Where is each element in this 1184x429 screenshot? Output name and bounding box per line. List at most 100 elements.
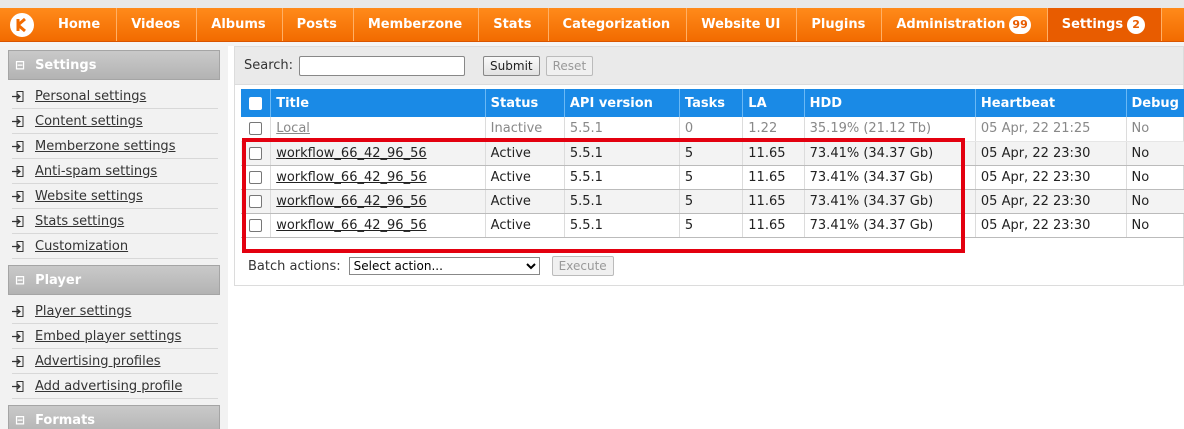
cell-tasks: 0 [679, 117, 744, 142]
table-row[interactable]: Local Inactive 5.5.1 0 1.22 35.19% (21.12 Tb)… [241, 117, 1184, 142]
enter-arrow-icon [12, 115, 28, 127]
sidebar-item-advertising-profiles[interactable]: Advertising profiles [12, 349, 218, 374]
nav-item-administration[interactable]: Administration 99 [882, 8, 1048, 41]
select-all-checkbox[interactable] [249, 96, 263, 110]
sidebar-section-player[interactable]: ⊟ Player [8, 265, 220, 295]
nav-item-label: Home [58, 17, 101, 32]
sidebar-item-label: Player settings [35, 303, 132, 319]
batch-actions-label: Batch actions: [248, 258, 341, 274]
execute-button[interactable]: Execute [551, 256, 614, 276]
nav-item-website-ui[interactable]: Website UI [687, 8, 798, 41]
sidebar-item-label: Memberzone settings [35, 138, 176, 154]
collapse-icon: ⊟ [15, 413, 26, 427]
col-la[interactable]: LA [742, 89, 805, 117]
cell-api: 5.5.1 [564, 213, 680, 238]
sidebar-item-player-settings[interactable]: Player settings [12, 299, 218, 324]
sidebar-item-personal-settings[interactable]: Personal settings [12, 84, 218, 109]
table-row[interactable]: workflow_66_42_96_56 Active 5.5.1 5 11.65 73.… [241, 213, 1184, 238]
row-checkbox-cell [241, 189, 272, 214]
nav-item-label: Stats [493, 17, 532, 32]
count-badge: 2 [1127, 15, 1146, 34]
sidebar-item-label: Content settings [35, 113, 143, 129]
reset-button[interactable]: Reset [545, 55, 594, 76]
cell-hdd: 73.41% (34.37 Gb) [804, 165, 976, 190]
cell-debug: No [1126, 189, 1184, 214]
cell-api: 5.5.1 [564, 141, 680, 166]
sidebar-item-add-advertising-profile[interactable]: Add advertising profile [12, 374, 218, 399]
cell-heartbeat: 05 Apr, 22 23:30 [975, 213, 1127, 238]
sidebar-item-memberzone-settings[interactable]: Memberzone settings [12, 134, 218, 159]
search-input[interactable] [299, 55, 466, 76]
nav-item-plugins[interactable]: Plugins [797, 8, 883, 41]
table-row[interactable]: workflow_66_42_96_56 Active 5.5.1 5 11.65 73.… [241, 165, 1184, 190]
row-checkbox[interactable] [249, 194, 263, 208]
collapse-icon: ⊟ [15, 58, 26, 72]
table-row[interactable]: workflow_66_42_96_56 Active 5.5.1 5 11.65 73.… [241, 189, 1184, 214]
server-title-link[interactable]: workflow_66_42_96_56 [276, 170, 426, 185]
cell-hdd: 73.41% (34.37 Gb) [804, 213, 976, 238]
col-title[interactable]: Title [270, 89, 486, 117]
sidebar-section-formats[interactable]: ⊟ Formats [8, 405, 220, 429]
sidebar-item-label: Personal settings [35, 88, 147, 104]
server-title-link[interactable]: workflow_66_42_96_56 [276, 194, 426, 209]
cell-tasks: 5 [679, 141, 744, 166]
submit-button[interactable]: Submit [483, 55, 540, 76]
nav-item-albums[interactable]: Albums [197, 8, 283, 41]
batch-actions: Batch actions: Select action... Execute [248, 256, 614, 276]
col-debug[interactable]: Debug [1126, 89, 1184, 117]
nav-item-home[interactable]: Home [44, 8, 118, 41]
col-hdd[interactable]: HDD [804, 89, 976, 117]
nav-item-posts[interactable]: Posts [283, 8, 354, 41]
sidebar-section-settings[interactable]: ⊟ Settings [8, 50, 220, 80]
col-heartbeat[interactable]: Heartbeat [975, 89, 1127, 117]
sidebar-section-title: Player [35, 272, 82, 288]
sidebar-item-customization[interactable]: Customization [12, 234, 218, 259]
batch-action-select[interactable]: Select action... [348, 257, 540, 275]
nav-item-settings[interactable]: Settings 2 [1047, 8, 1163, 41]
logo[interactable] [0, 8, 44, 41]
sidebar-section-title: Settings [35, 57, 97, 73]
sidebar-item-label: Customization [35, 238, 129, 254]
row-checkbox-cell [241, 117, 272, 142]
sidebar-item-anti-spam-settings[interactable]: Anti-spam settings [12, 159, 218, 184]
cell-la: 11.65 [742, 213, 805, 238]
table-row[interactable]: workflow_66_42_96_56 Active 5.5.1 5 11.65 73.… [241, 141, 1184, 166]
sidebar-item-label: Stats settings [35, 213, 125, 229]
server-title-link[interactable]: Local [276, 121, 310, 136]
server-title-link[interactable]: workflow_66_42_96_56 [276, 218, 426, 233]
sidebar-group-formats: ⊟ Formats [0, 405, 228, 429]
cell-tasks: 5 [679, 165, 744, 190]
enter-arrow-icon [12, 330, 28, 342]
cell-title: workflow_66_42_96_56 [270, 189, 486, 214]
row-checkbox[interactable] [249, 146, 263, 160]
row-checkbox[interactable] [249, 122, 263, 136]
cell-la: 11.65 [742, 189, 805, 214]
row-checkbox-cell [241, 165, 272, 190]
row-checkbox[interactable] [249, 218, 263, 232]
cell-title: workflow_66_42_96_56 [270, 141, 486, 166]
sidebar-item-stats-settings[interactable]: Stats settings [12, 209, 218, 234]
cell-heartbeat: 05 Apr, 22 23:30 [975, 165, 1127, 190]
nav-item-categorization[interactable]: Categorization [549, 8, 688, 41]
nav-item-label: Administration [896, 17, 1006, 32]
col-api-version[interactable]: API version [564, 89, 680, 117]
nav-item-videos[interactable]: Videos [117, 8, 198, 41]
nav-item-label: Albums [211, 17, 266, 32]
cell-status: Active [485, 213, 565, 238]
sidebar-item-content-settings[interactable]: Content settings [12, 109, 218, 134]
nav-item-memberzone[interactable]: Memberzone [354, 8, 480, 41]
sidebar-item-label: Advertising profiles [35, 353, 161, 369]
sidebar-item-embed-player-settings[interactable]: Embed player settings [12, 324, 218, 349]
sidebar-group-settings: ⊟ Settings Personal settings Content settin… [0, 50, 228, 259]
nav-item-label: Website UI [701, 17, 781, 32]
server-title-link[interactable]: workflow_66_42_96_56 [276, 146, 426, 161]
nav-item-stats[interactable]: Stats [479, 8, 549, 41]
cell-status: Inactive [485, 117, 565, 142]
cell-debug: No [1126, 141, 1184, 166]
col-tasks[interactable]: Tasks [679, 89, 744, 117]
row-checkbox[interactable] [249, 170, 263, 184]
col-status[interactable]: Status [485, 89, 565, 117]
enter-arrow-icon [12, 165, 28, 177]
sidebar-item-website-settings[interactable]: Website settings [12, 184, 218, 209]
collapse-icon: ⊟ [15, 273, 26, 287]
